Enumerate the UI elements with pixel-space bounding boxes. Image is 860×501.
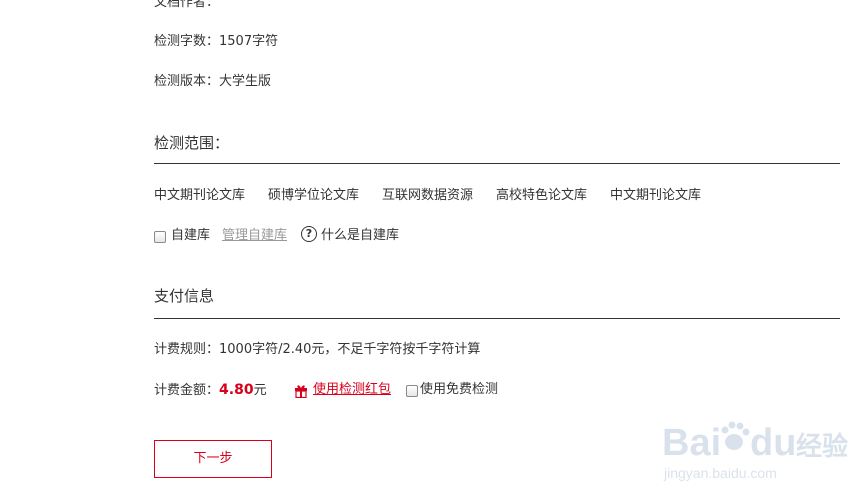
version-label: 检测版本：大学生版 (154, 74, 272, 89)
manage-self-library-link[interactable]: 管理自建库 (222, 227, 287, 245)
payment-title: 支付信息 (154, 287, 215, 305)
self-library-label: 自建库 (171, 228, 211, 243)
amount-label: 计费金额： (154, 383, 220, 398)
watermark-cn: 经验 (796, 431, 848, 462)
db-item-1: 硕博学位论文库 (268, 188, 360, 203)
amount-unit: 元 (253, 383, 267, 398)
free-check-label: 使用免费检测 (420, 382, 499, 397)
self-library-checkbox[interactable] (154, 231, 166, 243)
db-item-3: 高校特色论文库 (496, 188, 588, 203)
scope-divider (154, 163, 840, 164)
payment-divider (154, 318, 840, 319)
paw-icon (721, 421, 750, 450)
watermark-url: jingyan.baidu.com (663, 465, 777, 481)
db-item-4: 中文期刊论文库 (610, 188, 702, 203)
what-is-self-library-link[interactable]: 什么是自建库 (321, 227, 399, 245)
free-check-checkbox[interactable] (406, 385, 418, 397)
scope-title: 检测范围： (154, 134, 230, 152)
gift-icon[interactable] (294, 383, 308, 398)
next-step-button[interactable]: 下一步 (154, 440, 272, 478)
word-count-label: 检测字数：1507字符 (154, 34, 279, 49)
author-label: 文档作者： (154, 0, 220, 10)
watermark-brand-suffix: du (750, 422, 796, 464)
baidu-jingyan-watermark: Bai du 经验 jingyan.baidu.com (662, 421, 848, 481)
billing-rule-label: 计费规则：1000字符/2.40元，不足千字符按千字符计算 (154, 342, 481, 357)
use-redpacket-link[interactable]: 使用检测红包 (313, 381, 391, 399)
help-circle-icon[interactable]: ? (301, 226, 317, 242)
amount-row: 计费金额：4.80元 (154, 381, 267, 400)
db-item-0: 中文期刊论文库 (154, 188, 246, 203)
watermark-brand: Bai (662, 422, 721, 464)
amount-value: 4.80 (219, 382, 254, 398)
db-item-2: 互联网数据资源 (382, 188, 474, 203)
